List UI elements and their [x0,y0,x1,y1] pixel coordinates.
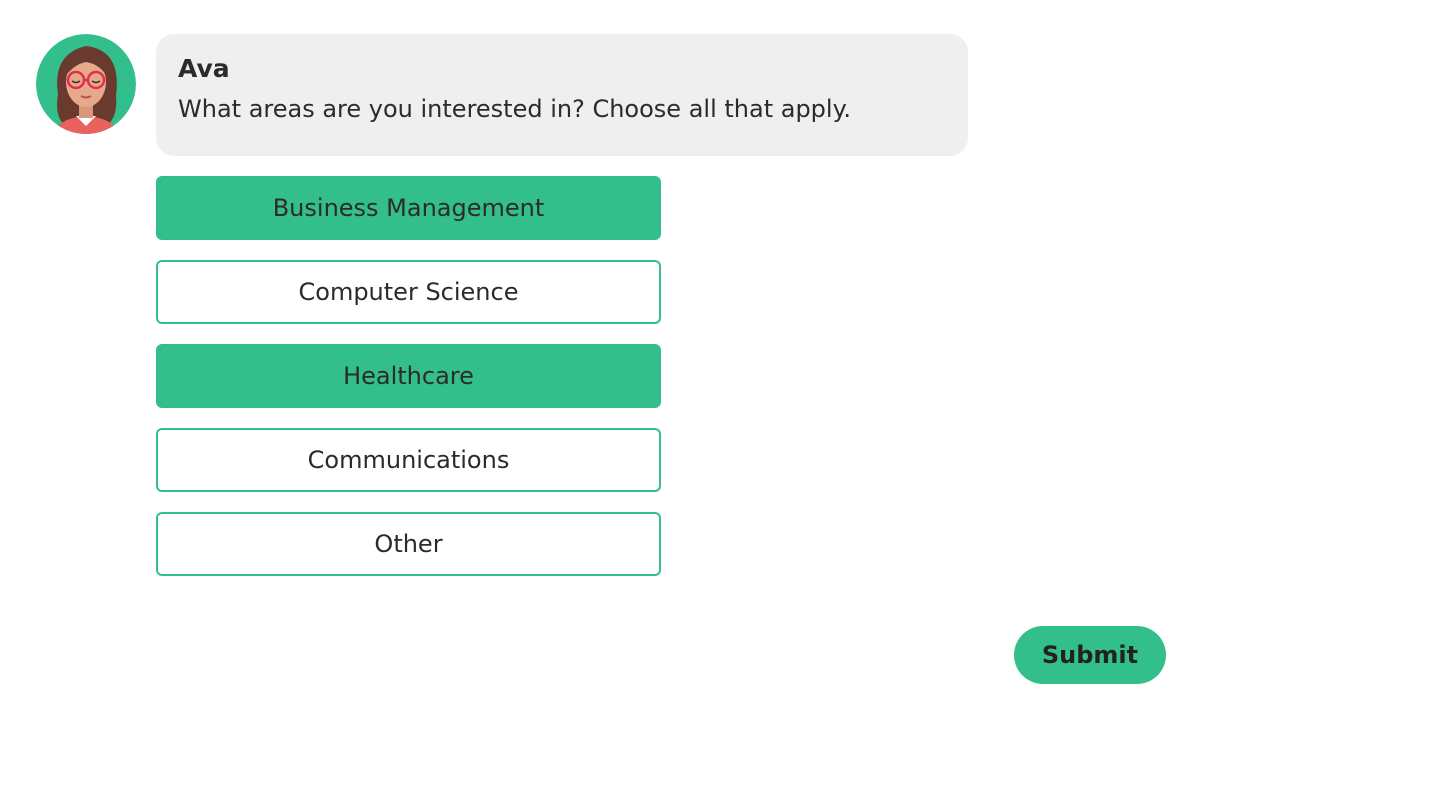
chat-message-bubble: Ava What areas are you interested in? Ch… [156,34,968,156]
option-other[interactable]: Other [156,512,661,576]
option-list: Business Management Computer Science Hea… [156,176,661,596]
sender-name: Ava [178,54,230,83]
ava-avatar-icon [36,34,136,134]
message-text: What areas are you interested in? Choose… [178,95,851,123]
option-healthcare[interactable]: Healthcare [156,344,661,408]
option-communications[interactable]: Communications [156,428,661,492]
chat-page: Ava What areas are you interested in? Ch… [0,0,1450,804]
option-computer-science[interactable]: Computer Science [156,260,661,324]
option-business-management[interactable]: Business Management [156,176,661,240]
submit-button[interactable]: Submit [1014,626,1166,684]
